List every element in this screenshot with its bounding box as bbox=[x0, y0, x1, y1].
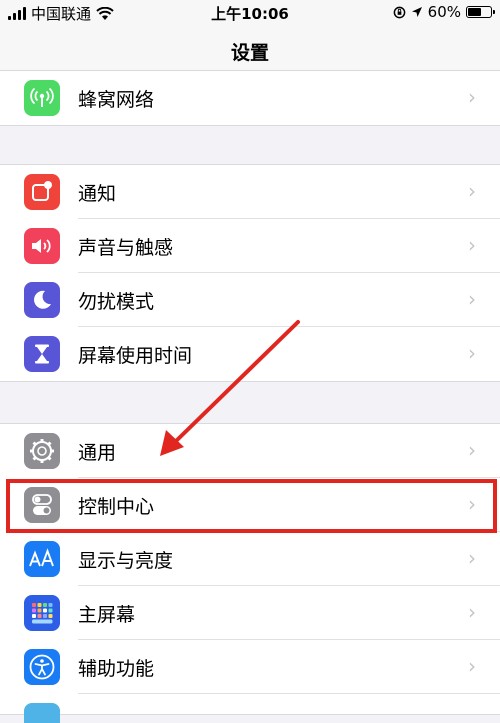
settings-item-display-brightness[interactable]: 显示与亮度 › bbox=[0, 532, 500, 586]
gear-icon bbox=[24, 433, 60, 469]
antenna-icon bbox=[24, 80, 60, 116]
settings-group-notifications: 通知 › 声音与触感 › 勿扰模式 › 屏幕使用时间 › bbox=[0, 164, 500, 382]
settings-item-do-not-disturb[interactable]: 勿扰模式 › bbox=[0, 273, 500, 327]
settings-item-label: 控制中心 bbox=[78, 496, 155, 518]
hourglass-icon bbox=[24, 336, 60, 372]
chevron-right-icon: › bbox=[468, 546, 476, 570]
wallpaper-icon bbox=[24, 703, 60, 723]
settings-item-label: 主屏幕 bbox=[78, 604, 136, 626]
accessibility-icon bbox=[24, 649, 60, 685]
page-title: 设置 bbox=[230, 42, 269, 64]
settings-item-sounds[interactable]: 声音与触感 › bbox=[0, 219, 500, 273]
toggle-icon bbox=[24, 487, 60, 523]
settings-item-accessibility[interactable]: 辅助功能 › bbox=[0, 640, 500, 694]
settings-item-label: 通用 bbox=[78, 442, 117, 464]
moon-icon bbox=[24, 282, 60, 318]
settings-item-next-partial[interactable] bbox=[0, 694, 500, 723]
status-right: 60% bbox=[393, 3, 495, 21]
battery-percent: 60% bbox=[427, 3, 461, 21]
settings-item-label: 辅助功能 bbox=[78, 658, 155, 680]
settings-item-control-center[interactable]: 控制中心 › bbox=[0, 478, 500, 532]
chevron-right-icon: › bbox=[468, 233, 476, 257]
status-bar: 中国联通 上午10:06 60% bbox=[0, 0, 500, 26]
settings-item-home-screen[interactable]: 主屏幕 › bbox=[0, 586, 500, 640]
chevron-right-icon: › bbox=[468, 654, 476, 678]
text-size-icon bbox=[24, 541, 60, 577]
settings-item-label: 声音与触感 bbox=[78, 237, 174, 259]
settings-group-network: 蜂窝网络 › bbox=[0, 70, 500, 126]
settings-item-label: 显示与亮度 bbox=[78, 550, 174, 572]
home-screen-icon bbox=[24, 595, 60, 631]
settings-group-general: 通用 › 控制中心 › 显示与亮度 › 主屏幕 › 辅助功能 › bbox=[0, 423, 500, 723]
chevron-right-icon: › bbox=[468, 179, 476, 203]
settings-item-label: 蜂窝网络 bbox=[78, 89, 155, 111]
settings-item-label: 通知 bbox=[78, 183, 117, 205]
settings-item-general[interactable]: 通用 › bbox=[0, 424, 500, 478]
chevron-right-icon: › bbox=[468, 492, 476, 516]
location-icon bbox=[411, 7, 422, 17]
settings-item-label: 屏幕使用时间 bbox=[78, 345, 193, 367]
notification-icon bbox=[24, 174, 60, 210]
rotation-lock-icon bbox=[393, 6, 406, 18]
chevron-right-icon: › bbox=[468, 438, 476, 462]
settings-item-screen-time[interactable]: 屏幕使用时间 › bbox=[0, 327, 500, 381]
settings-item-cellular[interactable]: 蜂窝网络 › bbox=[0, 71, 500, 125]
speaker-icon bbox=[24, 228, 60, 264]
chevron-right-icon: › bbox=[468, 341, 476, 365]
chevron-right-icon: › bbox=[468, 600, 476, 624]
battery-icon bbox=[466, 6, 495, 18]
settings-item-label: 勿扰模式 bbox=[78, 291, 155, 313]
settings-item-notifications[interactable]: 通知 › bbox=[0, 165, 500, 219]
chevron-right-icon: › bbox=[468, 287, 476, 311]
chevron-right-icon: › bbox=[468, 85, 476, 109]
